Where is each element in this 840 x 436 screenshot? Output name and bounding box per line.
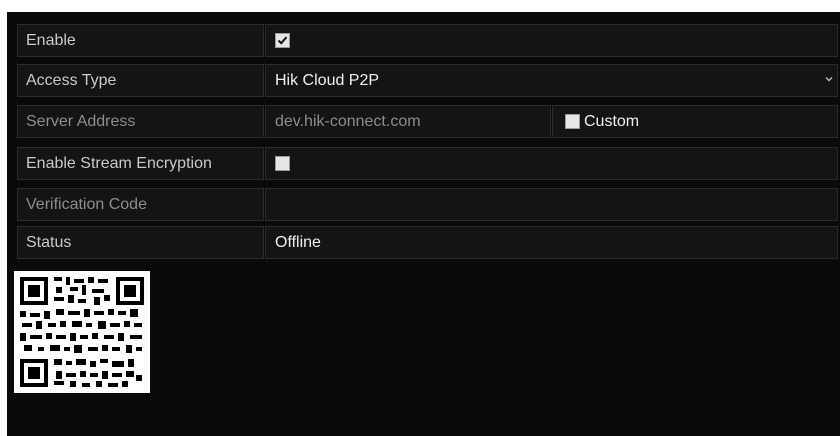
verification-code-label: Verification Code — [17, 188, 264, 221]
custom-label: Custom — [584, 112, 640, 130]
row-server-address: Server Address dev.hik-connect.com Custo… — [17, 105, 838, 138]
access-type-select[interactable]: Hik Cloud P2P — [265, 64, 838, 97]
access-type-value: Hik Cloud P2P — [275, 71, 380, 89]
server-address-field: dev.hik-connect.com — [265, 105, 551, 138]
row-status: Status Offline — [17, 226, 838, 259]
access-type-label: Access Type — [17, 64, 264, 97]
row-access-type: Access Type Hik Cloud P2P — [17, 64, 838, 97]
hik-connect-settings-panel: Enable Access Type Hik Cloud P2P Server … — [7, 12, 840, 436]
qr-code-graphic — [14, 271, 150, 393]
row-verification-code: Verification Code — [17, 188, 838, 221]
stream-encryption-checkbox[interactable] — [275, 156, 290, 171]
chevron-down-icon[interactable] — [825, 75, 833, 83]
stream-encryption-label: Enable Stream Encryption — [17, 147, 264, 180]
row-enable: Enable — [17, 24, 838, 57]
qr-code-icon — [14, 271, 150, 393]
row-stream-encryption: Enable Stream Encryption — [17, 147, 838, 180]
status-label: Status — [17, 226, 264, 259]
custom-checkbox[interactable] — [565, 114, 580, 129]
enable-label: Enable — [17, 24, 264, 57]
custom-option[interactable]: Custom — [552, 105, 838, 138]
status-value: Offline — [265, 226, 838, 259]
enable-checkbox[interactable] — [275, 33, 290, 48]
stream-encryption-value-cell — [265, 147, 838, 180]
enable-value-cell — [265, 24, 838, 57]
verification-code-field[interactable] — [265, 188, 838, 221]
server-address-label: Server Address — [17, 105, 264, 138]
checkmark-icon — [277, 36, 288, 45]
